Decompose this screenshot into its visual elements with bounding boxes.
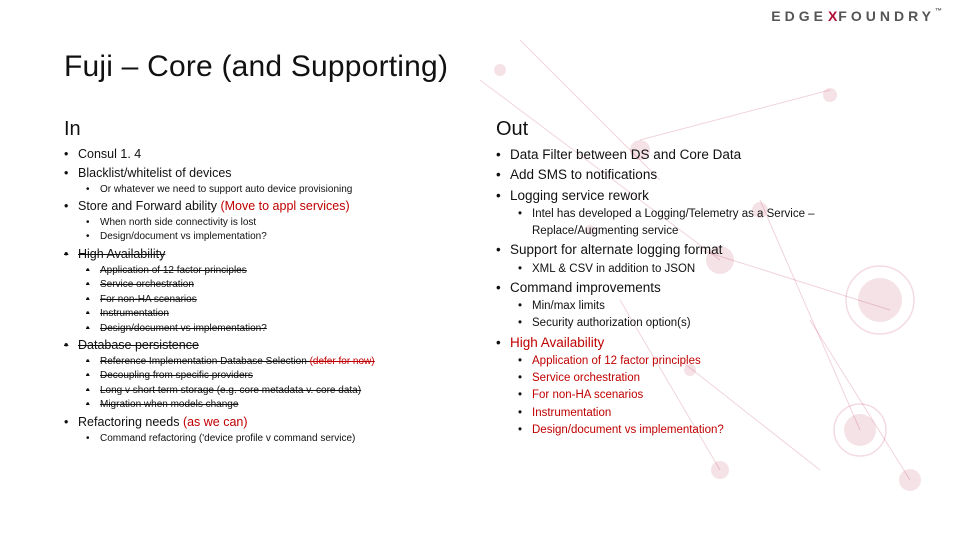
sub-list: Command refactoring ('device profile v c… <box>86 432 472 447</box>
sub-list-item: Service orchestration <box>86 278 472 293</box>
sub-item-text: Application of 12 factor principles <box>532 355 701 367</box>
list-item: Store and Forward ability (Move to appl … <box>64 197 472 245</box>
in-list: Consul 1. 4 Blacklist/whitelist of device… <box>64 145 472 446</box>
sub-list-item: Instrumentation <box>518 405 904 422</box>
item-text: Command improvements <box>510 280 661 295</box>
sub-list-item: Design/document vs implementation? <box>518 422 904 439</box>
sub-list-item: Migration when models change <box>86 398 472 413</box>
slide-title: Fuji – Core (and Supporting) <box>64 50 904 84</box>
sub-list: Application of 12 factor principles Servi… <box>518 353 904 439</box>
sub-list-item: Security authorization option(s) <box>518 315 904 332</box>
item-text: Logging service rework <box>510 188 649 203</box>
item-text: Store and Forward ability <box>78 199 220 213</box>
item-text: Consul 1. 4 <box>78 147 141 161</box>
sub-item-text: When north side connectivity is lost <box>100 217 256 228</box>
logo-right: FOUNDRY <box>838 8 935 24</box>
sub-list-item: Or whatever we need to support auto devi… <box>86 183 472 198</box>
list-item: Command improvements Min/max limits Securi… <box>496 278 904 333</box>
item-text: Database persistence <box>78 338 199 352</box>
list-item: Database persistence Reference Implementa… <box>64 336 472 413</box>
list-item: Refactoring needs (as we can) Command ref… <box>64 413 472 446</box>
sub-list-item: Min/max limits <box>518 298 904 315</box>
item-text: Data Filter between DS and Core Data <box>510 147 741 162</box>
sub-item-text: Reference Implementation Database Select… <box>100 356 310 367</box>
out-list: Data Filter between DS and Core Data Add … <box>496 145 904 439</box>
sub-list: When north side connectivity is lost Desi… <box>86 216 472 245</box>
out-column: Out Data Filter between DS and Core Data… <box>496 118 904 446</box>
sub-list: Or whatever we need to support auto devi… <box>86 183 472 198</box>
sub-list-item: When north side connectivity is lost <box>86 216 472 231</box>
sub-list-item: Decoupling from specific providers <box>86 369 472 384</box>
item-text: Refactoring needs <box>78 415 183 429</box>
logo-x: X <box>828 8 837 24</box>
item-text: Blacklist/whitelist of devices <box>78 166 232 180</box>
list-item: High Availability Application of 12 facto… <box>496 333 904 440</box>
out-heading: Out <box>496 118 904 141</box>
sub-list: Min/max limits Security authorization opt… <box>518 298 904 333</box>
item-text: High Availability <box>510 335 604 350</box>
sub-list-item: For non-HA scenarios <box>518 387 904 404</box>
sub-list: XML & CSV in addition to JSON <box>518 261 904 278</box>
sub-item-text: XML & CSV in addition to JSON <box>532 263 695 275</box>
sub-list-item: Design/document vs implementation? <box>86 322 472 337</box>
list-item: Add SMS to notifications <box>496 165 904 185</box>
list-item: Blacklist/whitelist of devices Or whateve… <box>64 164 472 197</box>
item-text: Support for alternate logging format <box>510 242 722 257</box>
sub-item-text: Design/document vs implementation? <box>100 323 267 334</box>
list-item: Support for alternate logging format XML … <box>496 240 904 278</box>
sub-item-text: Instrumentation <box>532 407 611 419</box>
sub-item-text: Instrumentation <box>100 308 169 319</box>
list-item: High Availability Application of 12 facto… <box>64 245 472 336</box>
sub-item-text: Security authorization option(s) <box>532 317 691 329</box>
sub-list-item: Application of 12 factor principles <box>86 264 472 279</box>
sub-list: Intel has developed a Logging/Telemetry … <box>518 206 904 241</box>
sub-item-text: Design/document vs implementation? <box>100 231 267 242</box>
sub-list-item: Long v short term storage (e.g. core met… <box>86 384 472 399</box>
sub-item-text: Design/document vs implementation? <box>532 424 724 436</box>
sub-item-text: Service orchestration <box>100 279 194 290</box>
sub-item-text: Long v short term storage (e.g. core met… <box>100 385 361 396</box>
sub-list-item: Design/document vs implementation? <box>86 230 472 245</box>
item-text: Add SMS to notifications <box>510 167 657 182</box>
sub-item-annotation: (defer for now) <box>310 356 375 367</box>
in-column: In Consul 1. 4 Blacklist/whitelist of dev… <box>64 118 472 446</box>
sub-item-text: For non-HA scenarios <box>532 389 643 401</box>
list-item: Consul 1. 4 <box>64 145 472 164</box>
sub-item-text: Application of 12 factor principles <box>100 265 247 276</box>
sub-list-item: XML & CSV in addition to JSON <box>518 261 904 278</box>
item-text: High Availability <box>78 247 165 261</box>
sub-item-text: Decoupling from specific providers <box>100 370 253 381</box>
sub-list: Application of 12 factor principles Servi… <box>86 264 472 337</box>
sub-item-text: Or whatever we need to support auto devi… <box>100 184 352 195</box>
sub-item-text: Min/max limits <box>532 300 605 312</box>
sub-item-text: For non-HA scenarios <box>100 294 197 305</box>
list-item: Data Filter between DS and Core Data <box>496 145 904 165</box>
brand-logo: EDGEXFOUNDRY™ <box>771 8 942 24</box>
sub-list-item: Service orchestration <box>518 370 904 387</box>
in-heading: In <box>64 118 472 141</box>
sub-list-item: Instrumentation <box>86 307 472 322</box>
list-item: Logging service rework Intel has develope… <box>496 186 904 241</box>
slide-content: Fuji – Core (and Supporting) In Consul 1… <box>0 0 960 540</box>
sub-list-item: Reference Implementation Database Select… <box>86 355 472 370</box>
item-annotation: (Move to appl services) <box>220 199 349 213</box>
sub-list: Reference Implementation Database Select… <box>86 355 472 413</box>
sub-list-item: For non-HA scenarios <box>86 293 472 308</box>
sub-item-text: Service orchestration <box>532 372 640 384</box>
sub-item-text: Migration when models change <box>100 399 238 410</box>
sub-list-item: Intel has developed a Logging/Telemetry … <box>518 206 904 241</box>
sub-item-text: Command refactoring ('device profile v c… <box>100 433 355 444</box>
sub-list-item: Command refactoring ('device profile v c… <box>86 432 472 447</box>
item-annotation: (as we can) <box>183 415 248 429</box>
sub-list-item: Application of 12 factor principles <box>518 353 904 370</box>
logo-tm: ™ <box>935 8 942 15</box>
sub-item-text: Intel has developed a Logging/Telemetry … <box>532 208 815 237</box>
logo-left: EDGE <box>771 8 827 24</box>
